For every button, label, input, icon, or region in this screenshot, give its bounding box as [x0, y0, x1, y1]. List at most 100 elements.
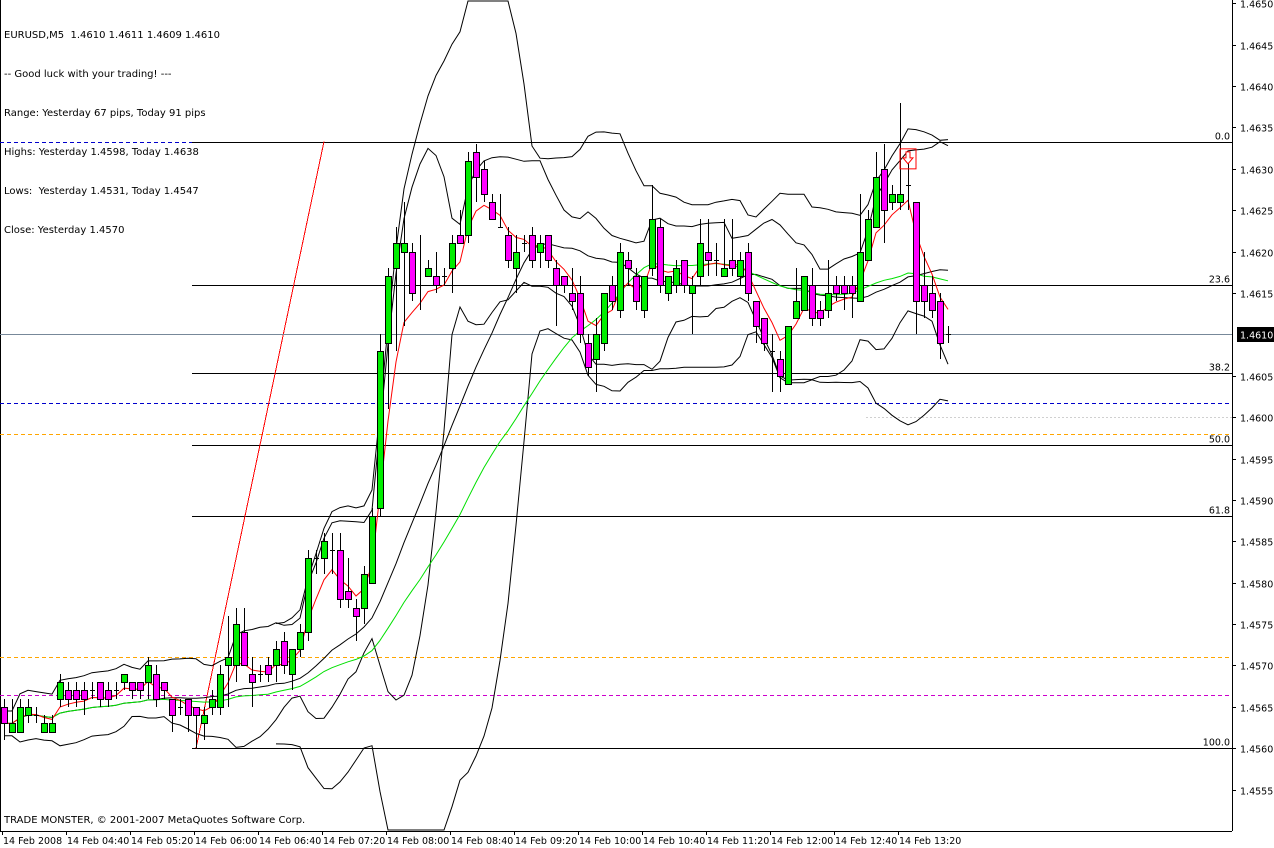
fib-level-label: 100.0 — [1203, 738, 1230, 749]
current-price-label: 1.4610 — [1240, 331, 1273, 342]
bearish-candle — [833, 285, 840, 294]
info-panel: EURUSD,M5 1.4610 1.4611 1.4609 1.4610 --… — [4, 3, 220, 250]
bearish-candle — [353, 608, 360, 617]
bullish-candle — [377, 351, 384, 509]
bearish-candle — [345, 591, 352, 600]
bearish-candle — [849, 285, 856, 294]
bullish-candle — [865, 219, 872, 261]
bullish-candle — [857, 252, 864, 302]
bullish-candle — [601, 293, 608, 344]
price-tick-label: 1.4630 — [1240, 166, 1273, 177]
bullish-candle — [721, 268, 728, 277]
bullish-candle — [17, 707, 24, 733]
bullish-candle — [897, 194, 904, 203]
bearish-candle — [529, 235, 536, 261]
price-tick-label: 1.4605 — [1240, 373, 1273, 384]
bearish-candle — [753, 301, 760, 327]
bearish-candle — [569, 293, 576, 302]
bullish-candle — [673, 268, 680, 286]
price-tick-label: 1.4565 — [1240, 704, 1273, 715]
bearish-candle — [505, 235, 512, 261]
price-tick-label: 1.4560 — [1240, 745, 1273, 756]
price-tick-label: 1.4615 — [1240, 290, 1273, 301]
time-tick-label: 14 Feb 10:40 — [643, 836, 705, 847]
bullish-candle — [617, 252, 624, 311]
bullish-candle — [401, 243, 408, 253]
bullish-candle — [289, 649, 296, 675]
time-tick-label: 14 Feb 12:40 — [835, 836, 897, 847]
fib-level-label: 0.0 — [1215, 132, 1230, 143]
bearish-candle — [481, 169, 488, 195]
time-tick-label: 14 Feb 06:40 — [259, 836, 321, 847]
bullish-candle — [425, 268, 432, 277]
bullish-candle — [889, 194, 896, 203]
price-tick-label: 1.4650 — [1240, 0, 1273, 11]
bullish-candle — [737, 260, 744, 277]
fib-level-label: 23.6 — [1209, 275, 1230, 286]
bullish-candle — [361, 574, 368, 609]
bearish-candle — [489, 202, 496, 220]
bullish-candle — [825, 293, 832, 311]
bullish-candle — [649, 219, 656, 269]
bearish-candle — [577, 293, 584, 335]
time-tick-label: 14 Feb 04:40 — [67, 836, 129, 847]
bearish-candle — [265, 665, 272, 675]
price-tick-label: 1.4585 — [1240, 538, 1273, 549]
bearish-candle — [609, 285, 616, 302]
bullish-candle — [233, 624, 240, 666]
bullish-candle — [641, 276, 648, 311]
price-tick-label: 1.4575 — [1240, 621, 1273, 632]
info-line-range: Range: Yesterday 67 pips, Today 91 pips — [4, 108, 206, 119]
bearish-candle — [185, 699, 192, 716]
bearish-candle — [817, 310, 824, 319]
time-tick-label: 14 Feb 13:20 — [899, 836, 961, 847]
bullish-candle — [449, 243, 456, 269]
bearish-candle — [881, 169, 888, 211]
bearish-candle — [281, 641, 288, 666]
bearish-candle — [105, 690, 112, 700]
price-tick-label: 1.4555 — [1240, 787, 1273, 798]
bullish-candle — [57, 682, 64, 700]
bearish-candle — [929, 293, 936, 311]
bullish-candle — [297, 632, 304, 650]
price-tick-label: 1.4570 — [1240, 662, 1273, 673]
price-tick-label: 1.4620 — [1240, 249, 1273, 260]
bearish-candle — [657, 227, 664, 286]
bearish-candle — [129, 682, 136, 691]
time-tick-label: 14 Feb 2008 — [3, 836, 62, 847]
bearish-candle — [729, 260, 736, 269]
middle-band-sma — [4, 243, 949, 724]
bullish-candle — [209, 699, 216, 708]
bullish-candle — [25, 707, 32, 716]
symbol-ohlc-line: EURUSD,M5 1.4610 1.4611 1.4609 1.4610 — [4, 30, 220, 41]
bearish-candle — [65, 690, 72, 700]
bullish-candle — [225, 657, 232, 666]
bearish-candle — [585, 343, 592, 368]
bullish-candle — [369, 516, 376, 584]
bearish-candle — [745, 252, 752, 294]
bearish-candle — [169, 699, 176, 716]
bearish-candle — [937, 301, 944, 344]
bullish-candle — [801, 276, 808, 311]
info-line-lows: Lows: Yesterday 1.4531, Today 1.4547 — [4, 186, 199, 197]
bearish-candle — [841, 285, 848, 294]
bullish-candle — [689, 285, 696, 294]
info-line-highs: Highs: Yesterday 1.4598, Today 1.4638 — [4, 147, 199, 158]
bearish-candle — [625, 260, 632, 269]
bearish-candle — [241, 632, 248, 666]
bullish-candle — [393, 243, 400, 269]
bearish-candle — [705, 252, 712, 261]
bullish-candle — [41, 723, 48, 733]
bullish-candle — [537, 243, 544, 253]
bearish-candle — [761, 318, 768, 344]
time-tick-label: 14 Feb 08:00 — [387, 836, 449, 847]
time-tick-label: 14 Feb 06:00 — [195, 836, 257, 847]
bearish-candle — [921, 285, 928, 302]
price-tick-label: 1.4645 — [1240, 42, 1273, 53]
bullish-candle — [273, 649, 280, 666]
bullish-candle — [217, 674, 224, 708]
bearish-candle — [193, 707, 200, 716]
bearish-candle — [153, 674, 160, 700]
bearish-candle — [809, 285, 816, 319]
bearish-candle — [81, 690, 88, 700]
